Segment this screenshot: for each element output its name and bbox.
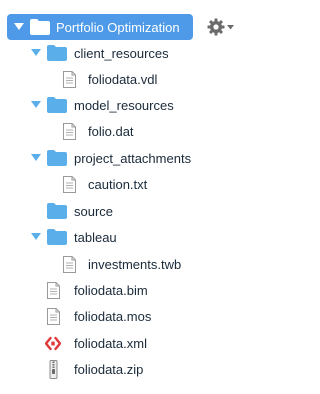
tree-file-investments-twb[interactable]: investments.twb [0,251,181,277]
tree-file-foliodata-mos[interactable]: foliodata.mos [0,303,151,329]
caret-down-icon[interactable] [14,22,24,32]
tree-item-label: client_resources [74,45,169,61]
project-file-tree: Portfolio Optimization client_resources … [0,0,241,394]
tree-item-label: foliodata.zip [74,361,144,377]
folder-icon [47,203,67,219]
tree-file-foliodata-vdl[interactable]: foliodata.vdl [0,66,157,92]
tree-item-label: foliodata.mos [74,308,152,324]
xml-file-icon [45,335,61,352]
tree-item-label: foliodata.xml [74,335,147,351]
gear-icon [207,18,225,36]
caret-down-icon[interactable] [31,100,41,110]
document-icon [47,307,60,325]
document-icon [47,281,60,299]
document-icon [63,122,76,140]
chevron-down-icon [227,24,234,30]
folder-icon [47,45,67,61]
tree-item-label: model_resources [74,97,174,113]
tree-item-label: foliodata.bim [74,282,148,298]
folder-icon [47,97,67,113]
tree-item-label: tableau [74,229,117,245]
settings-menu-button[interactable] [207,17,235,37]
tree-root-portfolio-optimization[interactable]: Portfolio Optimization [7,14,193,40]
tree-folder-project-attachments[interactable]: project_attachments [0,145,191,171]
zip-file-icon [49,359,58,379]
tree-root-label: Portfolio Optimization [56,19,180,35]
document-icon [63,70,76,88]
tree-item-label: caution.txt [88,176,148,192]
tree-item-label: project_attachments [74,150,192,166]
folder-icon [47,150,67,166]
tree-item-label: foliodata.vdl [88,71,158,87]
document-icon [63,255,76,273]
tree-item-label: folio.dat [88,123,134,139]
tree-file-foliodata-zip[interactable]: foliodata.zip [0,356,143,382]
tree-folder-model-resources[interactable]: model_resources [0,92,174,118]
tree-folder-source[interactable]: source [0,198,113,224]
caret-down-icon[interactable] [31,48,41,58]
tree-item-label: investments.twb [88,256,182,272]
folder-icon [47,229,67,245]
caret-down-icon[interactable] [31,153,41,163]
tree-file-foliodata-xml[interactable]: foliodata.xml [0,330,147,356]
tree-folder-client-resources[interactable]: client_resources [0,40,169,66]
tree-file-foliodata-bim[interactable]: foliodata.bim [0,277,148,303]
tree-file-caution-txt[interactable]: caution.txt [0,171,147,197]
tree-file-folio-dat[interactable]: folio.dat [0,118,134,144]
tree-folder-tableau[interactable]: tableau [0,224,117,250]
caret-down-icon[interactable] [31,232,41,242]
folder-icon [30,19,50,35]
tree-item-label: source [74,203,114,219]
document-icon [63,175,76,193]
